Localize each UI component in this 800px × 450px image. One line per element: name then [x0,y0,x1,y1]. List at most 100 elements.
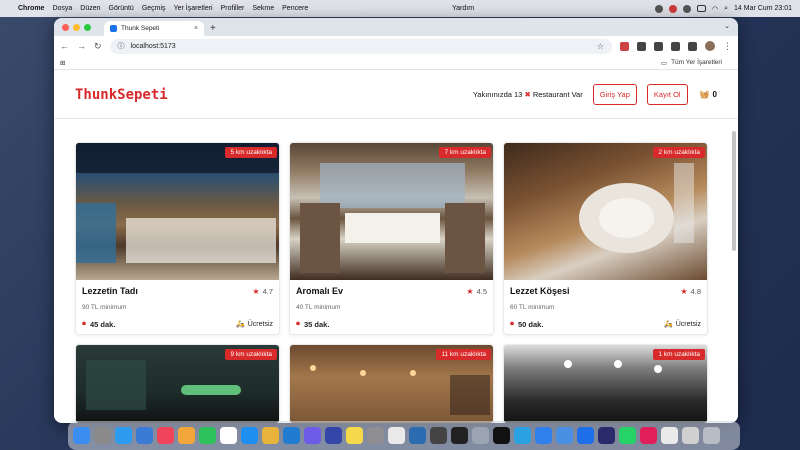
app-icon[interactable] [577,427,594,444]
site-info-icon[interactable]: ⓘ [118,41,125,51]
restaurant-card[interactable]: 11 km uzaklıkta [289,344,494,423]
app-icon[interactable] [598,427,615,444]
finder-icon[interactable] [73,427,90,444]
menu-profiles[interactable]: Profiller [221,5,245,12]
back-icon[interactable]: ← [60,41,69,51]
min-order: 40 TL minimum [296,304,341,311]
browser-toolbar: ← → ↻ ⓘ localhost:5173 ☆ ⋮ [54,36,738,56]
distance-badge: 7 km uzaklıkta [439,147,491,158]
chevron-down-icon[interactable]: ⌄ [724,22,730,30]
close-window-button[interactable] [62,24,69,31]
restaurant-card[interactable]: 7 km uzaklıkta Aromalı Ev ★ 4.5 40 TL mi… [289,142,494,335]
app-icon[interactable] [325,427,342,444]
delivery-bike-icon: 🛵 [664,321,673,328]
extension-icon[interactable] [654,41,663,51]
all-bookmarks-link[interactable]: Tüm Yer İşaretleri [671,59,722,66]
trash-icon[interactable] [703,427,720,444]
slack-icon[interactable] [640,427,657,444]
delivery-fee: 🛵 Ücretsiz [236,320,273,329]
restaurant-name[interactable]: Lezzetin Tadı [82,286,138,296]
menu-help[interactable]: Yardım [452,5,474,12]
profile-avatar[interactable] [705,41,715,51]
search-icon[interactable]: ⌕ [724,5,728,13]
app-icon[interactable] [556,427,573,444]
restaurant-card[interactable]: 9 km uzaklıkta [75,344,280,423]
app-icon[interactable] [388,427,405,444]
tray-icon[interactable] [654,4,663,13]
chrome-icon[interactable] [262,427,279,444]
menu-tab[interactable]: Sekme [252,5,274,12]
bookmark-star-icon[interactable]: ☆ [597,42,604,51]
photos-icon[interactable] [178,427,195,444]
mail-icon[interactable] [136,427,153,444]
menu-bookmarks[interactable]: Yer İşaretleri [174,5,213,12]
facetime-icon[interactable] [199,427,216,444]
menu-file[interactable]: Dosya [52,5,72,12]
address-bar[interactable]: ⓘ localhost:5173 ☆ [109,38,612,54]
url-text[interactable]: localhost:5173 [131,43,176,50]
distance-badge: 11 km uzaklıkta [436,349,491,360]
app-icon[interactable] [472,427,489,444]
register-button[interactable]: Kayıt Ol [646,84,688,105]
bookmarks-bar: ⊞ ▭ Tüm Yer İşaretleri [54,56,738,70]
app-icon[interactable] [535,427,552,444]
login-button[interactable]: Giriş Yap [592,84,637,105]
menu-view[interactable]: Görüntü [109,5,134,12]
restaurant-card[interactable]: 5 km uzaklıkta Lezzetin Tadı ★ 4.7 90 TL… [75,142,280,335]
restaurant-card[interactable]: 2 km uzaklıkta Lezzet Köşesi ★ 4.8 60 TL… [503,142,708,335]
app-icon[interactable] [430,427,447,444]
new-tab-button[interactable]: + [210,23,216,34]
app-icon[interactable] [409,427,426,444]
star-icon: ★ [466,286,474,296]
launchpad-icon[interactable] [94,427,111,444]
minimize-window-button[interactable] [73,24,80,31]
tray-icon[interactable] [682,4,691,13]
vscode-icon[interactable] [283,427,300,444]
menu-kebab-icon[interactable]: ⋮ [723,41,732,52]
settings-icon[interactable] [367,427,384,444]
rating: ★ 4.7 [252,286,273,296]
site-header: ThunkSepeti Yakınınızda 13 ✖ Restaurant … [54,71,738,119]
telegram-icon[interactable] [514,427,531,444]
menu-edit[interactable]: Düzen [80,5,100,12]
nearby-restaurants-text: Yakınınızda 13 ✖ Restaurant Var [472,90,583,99]
fullscreen-window-button[interactable] [84,24,91,31]
page-scrollbar[interactable] [732,131,736,251]
reload-icon[interactable]: ↻ [94,41,102,52]
tab-thunk-sepeti[interactable]: Thunk Sepeti × [104,21,204,36]
tab-bar: Thunk Sepeti × + ⌄ [54,18,738,36]
restaurant-name[interactable]: Lezzet Köşesi [510,286,570,296]
app-icon[interactable] [304,427,321,444]
forward-icon[interactable]: → [77,41,86,51]
extension-icon[interactable] [637,41,646,51]
app-icon[interactable] [682,427,699,444]
apps-grid-icon[interactable]: ⊞ [60,59,65,67]
notes-icon[interactable] [346,427,363,444]
wifi-icon[interactable]: ◠ [712,5,718,13]
extension-icon[interactable] [671,41,680,51]
close-x-icon: ✖ [524,90,531,99]
battery-icon[interactable] [696,5,706,12]
music-icon[interactable] [157,427,174,444]
app-store-icon[interactable] [241,427,258,444]
extensions-puzzle-icon[interactable] [688,41,697,51]
restaurant-name[interactable]: Aromalı Ev [296,286,343,296]
github-icon[interactable] [451,427,468,444]
basket[interactable]: 🧺 0 [700,90,717,99]
menu-history[interactable]: Geçmiş [142,5,166,12]
close-tab-icon[interactable]: × [194,25,198,32]
menubar-clock[interactable]: 14 Mar Cum 23:01 [734,5,792,12]
site-logo[interactable]: ThunkSepeti [75,87,168,103]
calendar-icon[interactable] [220,427,237,444]
terminal-icon[interactable] [493,427,510,444]
safari-icon[interactable] [115,427,132,444]
whatsapp-icon[interactable] [619,427,636,444]
restaurant-card[interactable]: 1 km uzaklıkta [503,344,708,423]
extension-icon[interactable] [620,41,629,51]
textedit-icon[interactable] [661,427,678,444]
menu-app-name[interactable]: Chrome [18,5,44,12]
menu-window[interactable]: Pencere [282,5,308,12]
distance-badge: 1 km uzaklıkta [653,349,705,360]
restaurant-grid: 5 km uzaklıkta Lezzetin Tadı ★ 4.7 90 TL… [75,142,708,423]
record-icon[interactable] [668,4,677,13]
